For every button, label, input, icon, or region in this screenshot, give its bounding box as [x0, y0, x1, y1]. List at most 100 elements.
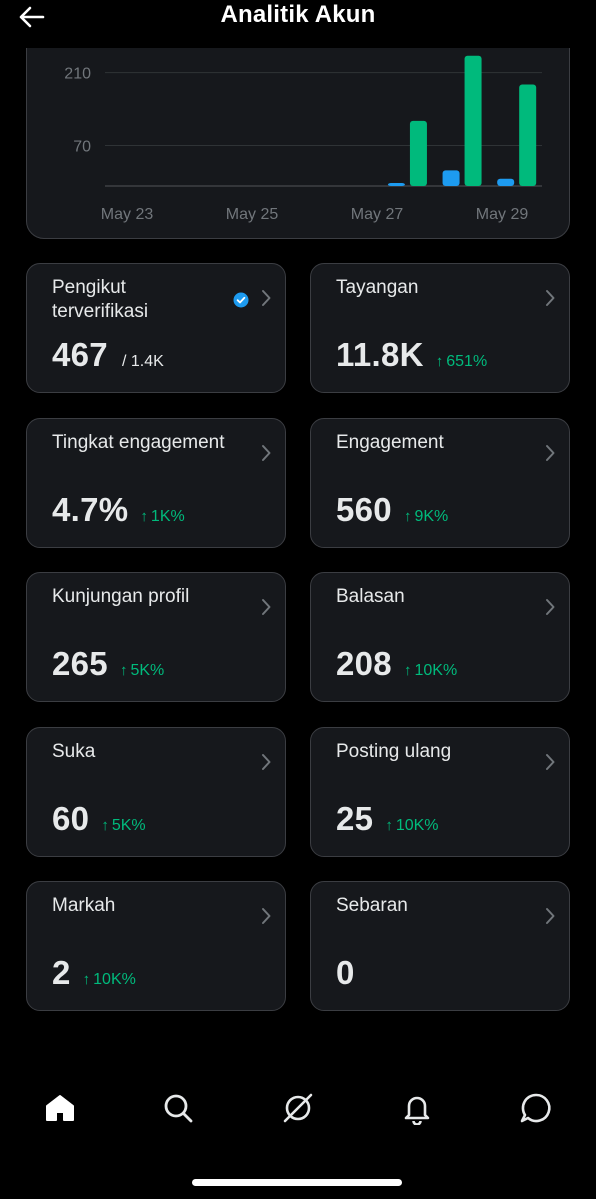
home-indicator[interactable]	[192, 1179, 402, 1186]
stat-card[interactable]: Balasan 208 ↑ 10K%	[310, 572, 570, 702]
arrow-up-icon: ↑	[82, 971, 91, 988]
chart-bar[interactable]	[519, 84, 537, 186]
stat-card[interactable]: Posting ulang 25 ↑ 10K%	[310, 727, 570, 857]
stat-value-row: 4.7% ↑ 1K%	[52, 491, 185, 529]
stat-change: ↑ 10K%	[83, 971, 136, 989]
stat-value: 560	[336, 491, 392, 528]
bar-chart: 210 70 May 23 May 25 May 27 May 29	[64, 55, 542, 223]
stat-value: 11.8K	[336, 336, 424, 373]
grok-icon	[283, 1093, 313, 1123]
bell-icon	[404, 1096, 430, 1125]
stat-value-row: 265 ↑ 5K%	[52, 645, 164, 683]
stat-label: Pengikut terverifikasi	[52, 277, 149, 322]
stat-value: 4.7%	[52, 491, 129, 528]
stat-value-row: 2 ↑ 10K%	[52, 954, 136, 992]
stat-change-value: 1K%	[150, 508, 185, 525]
stat-change-value: 5K%	[130, 662, 165, 679]
stat-card[interactable]: Kunjungan profil 265 ↑ 5K%	[26, 572, 286, 702]
stat-label: Tingkat engagement	[52, 432, 225, 453]
chevron-right-icon	[546, 445, 555, 461]
stat-change-value: 10K%	[93, 971, 136, 988]
x-tick-label: May 29	[476, 206, 529, 223]
stat-label: Engagement	[336, 432, 444, 453]
nav-messages[interactable]	[516, 1088, 556, 1128]
y-tick-label: 210	[64, 66, 91, 83]
stat-value-row: 560 ↑ 9K%	[336, 491, 448, 529]
x-tick-label: May 25	[226, 206, 279, 223]
stat-value-row: 0	[336, 954, 355, 992]
arrow-up-icon: ↑	[119, 662, 128, 679]
x-tick-label: May 23	[101, 206, 154, 223]
bottom-nav	[0, 1082, 596, 1142]
stat-card[interactable]: Tingkat engagement 4.7% ↑ 1K%	[26, 418, 286, 548]
nav-grok[interactable]	[278, 1088, 318, 1128]
chart-bar[interactable]	[409, 120, 427, 186]
chart-bar[interactable]	[387, 183, 405, 186]
verified-badge-icon	[233, 292, 249, 308]
stat-card[interactable]: Pengikut terverifikasi 467 / 1.4K	[26, 263, 286, 393]
x-tick-label: May 27	[351, 206, 404, 223]
stat-label: Sebaran	[336, 895, 408, 916]
stat-value-row: 11.8K ↑ 651%	[336, 336, 487, 374]
arrow-up-icon: ↑	[403, 662, 412, 679]
stat-card[interactable]: Markah 2 ↑ 10K%	[26, 881, 286, 1011]
stat-change-value: 5K%	[111, 817, 146, 834]
top-bar: Analitik Akun	[0, 0, 596, 48]
stat-value: 2	[52, 954, 71, 991]
stat-label: Balasan	[336, 586, 405, 607]
chevron-right-icon	[262, 290, 271, 306]
stat-card[interactable]: Sebaran 0	[310, 881, 570, 1011]
chevron-right-icon	[262, 754, 271, 770]
chart-bar[interactable]	[464, 55, 482, 187]
chart-bar[interactable]	[497, 178, 515, 186]
arrow-up-icon: ↑	[403, 508, 412, 525]
y-tick-label: 70	[73, 139, 91, 156]
stat-value-row: 467 / 1.4K	[52, 336, 164, 374]
stat-total: / 1.4K	[121, 353, 164, 370]
arrow-up-icon: ↑	[385, 817, 393, 834]
stat-value: 467	[52, 336, 108, 373]
stat-card[interactable]: Suka 60 ↑ 5K%	[26, 727, 286, 857]
arrow-up-icon: ↑	[435, 353, 444, 370]
stat-label: Tayangan	[336, 277, 419, 298]
search-icon	[164, 1094, 193, 1123]
stat-value-row: 208 ↑ 10K%	[336, 645, 457, 683]
chart-bar[interactable]	[442, 170, 460, 186]
arrow-up-icon: ↑	[101, 817, 109, 834]
nav-search[interactable]	[158, 1088, 198, 1128]
stat-card[interactable]: Tayangan 11.8K ↑ 651%	[310, 263, 570, 393]
stat-change-value: 9K%	[414, 508, 449, 525]
stat-change: ↑ 5K%	[101, 817, 145, 835]
chevron-right-icon	[262, 908, 271, 924]
nav-notifications[interactable]	[397, 1088, 437, 1128]
chevron-right-icon	[546, 908, 555, 924]
stat-label: Kunjungan profil	[52, 586, 190, 607]
stat-label: Suka	[52, 741, 96, 762]
stat-value-row: 60 ↑ 5K%	[52, 800, 146, 838]
chevron-right-icon	[546, 599, 555, 615]
stat-change: ↑ 9K%	[404, 508, 448, 526]
stat-change: ↑ 1K%	[140, 508, 184, 526]
stat-label: Posting ulang	[336, 741, 452, 762]
chart-card: 210 70 May 23 May 25 May 27 May 29	[26, 30, 570, 239]
stat-value: 60	[52, 800, 90, 837]
stat-change: ↑ 10K%	[385, 817, 438, 835]
stat-change: ↑ 10K%	[404, 662, 457, 680]
stat-value-row: 25 ↑ 10K%	[336, 800, 439, 838]
arrow-up-icon: ↑	[140, 508, 148, 525]
page-title: Analitik Akun	[220, 1, 376, 28]
home-icon	[46, 1095, 74, 1121]
stat-value: 208	[336, 645, 392, 682]
chevron-right-icon	[546, 290, 555, 306]
stat-card[interactable]: Engagement 560 ↑ 9K%	[310, 418, 570, 548]
stat-change: ↑ 651%	[436, 353, 487, 371]
stat-change-value: 10K%	[395, 817, 439, 834]
chevron-right-icon	[546, 754, 555, 770]
stat-value: 0	[336, 954, 355, 991]
stat-value: 25	[336, 800, 374, 837]
nav-home[interactable]	[40, 1088, 80, 1128]
chevron-right-icon	[262, 445, 271, 461]
stat-change-value: 651%	[446, 353, 488, 370]
stat-change-value: 10K%	[414, 662, 458, 679]
stat-change: ↑ 5K%	[120, 662, 164, 680]
